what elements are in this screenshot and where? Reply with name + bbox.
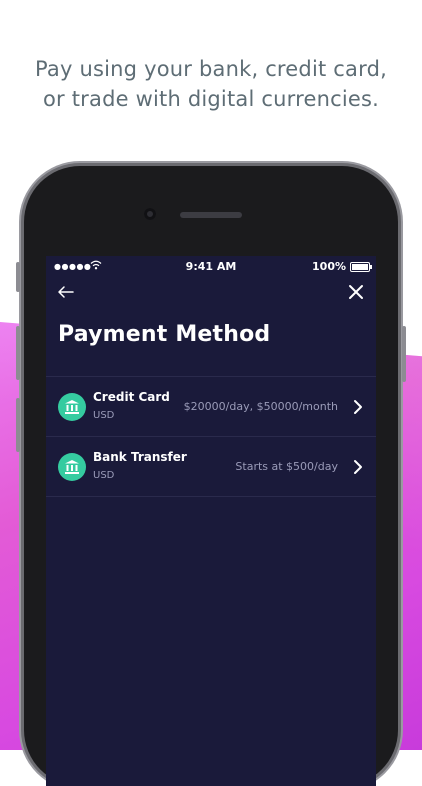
mute-switch [16,262,20,292]
earpiece-speaker [180,212,242,218]
battery-icon [350,262,372,272]
bank-icon [58,453,86,481]
payment-method-credit-card[interactable]: Credit Card USD $20000/day, $50000/month [46,376,376,436]
bank-icon [58,393,86,421]
method-name: Bank Transfer [93,450,187,464]
payment-method-bank-transfer[interactable]: Bank Transfer USD Starts at $500/day [46,436,376,497]
method-limit: $20000/day, $50000/month [183,400,338,413]
payment-method-list: Credit Card USD $20000/day, $50000/month [46,376,376,497]
method-currency: USD [93,470,115,481]
headline-line-2: or trade with digital currencies. [42,87,380,111]
status-bar: ●●●●● 9:41 AM 100% [46,256,376,276]
method-name: Credit Card [93,390,170,404]
battery-percentage: 100% [312,260,346,273]
volume-up-button [16,326,20,380]
phone-frame: ●●●●● 9:41 AM 100% Payment Method Credit… [16,166,406,786]
chevron-right-icon [352,399,364,415]
back-arrow-icon[interactable] [54,280,78,304]
front-camera [144,208,156,220]
app-screen: ●●●●● 9:41 AM 100% Payment Method Credit… [46,256,376,786]
close-icon[interactable] [344,280,368,304]
marketing-headline: Pay using your bank, credit card, or tra… [0,54,422,114]
power-button [402,326,406,382]
page-title: Payment Method [58,322,271,347]
headline-line-1: Pay using your bank, credit card, [34,57,387,81]
volume-down-button [16,398,20,452]
method-currency: USD [93,410,115,421]
method-limit: Starts at $500/day [235,460,338,473]
chevron-right-icon [352,459,364,475]
